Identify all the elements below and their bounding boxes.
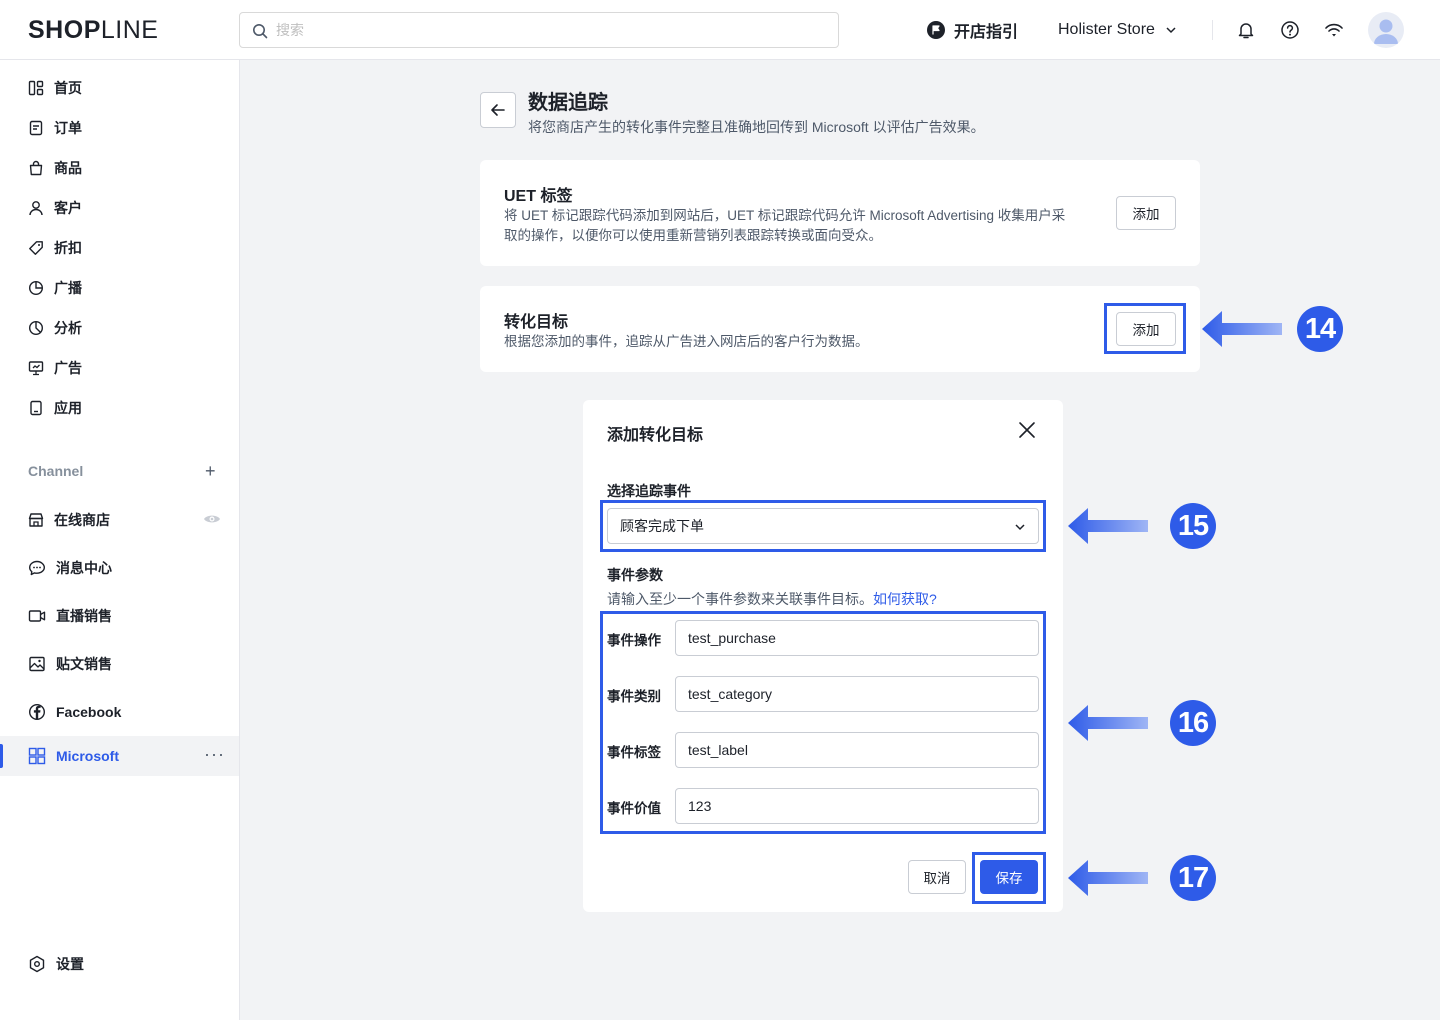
arrow-left-icon — [1068, 860, 1148, 896]
uet-card-title: UET 标签 — [504, 188, 573, 205]
shopline-logo[interactable]: SHOPLINE — [28, 16, 158, 45]
bell-icon[interactable] — [1236, 20, 1256, 40]
user-avatar[interactable] — [1368, 12, 1404, 48]
store-switcher[interactable]: Holister Store — [1058, 19, 1177, 41]
app-icon — [30, 400, 42, 416]
ad-icon — [28, 361, 44, 376]
search-input[interactable] — [276, 19, 816, 41]
conversion-goal-card: 转化目标 根据您添加的事件，追踪从广告进入网店后的客户行为数据。 添加 — [480, 286, 1200, 372]
search-icon — [253, 24, 268, 39]
store-icon — [28, 513, 44, 527]
step-badge: 14 — [1297, 306, 1343, 352]
order-icon — [29, 120, 43, 136]
sidebar-item-settings[interactable]: 设置 — [0, 944, 239, 984]
chat-icon — [29, 560, 45, 576]
broadcast-icon — [28, 280, 44, 296]
channel-section-title: Channel — [28, 463, 84, 479]
arrow-left-icon — [1202, 311, 1282, 347]
uet-tag-card: UET 标签 将 UET 标记跟踪代码添加到网站后，UET 标记跟踪代码允许 M… — [480, 160, 1200, 266]
sidebar-item-customers[interactable]: 客户 — [0, 188, 239, 228]
back-button[interactable] — [480, 92, 516, 128]
sidebar-item-apps[interactable]: 应用 — [0, 388, 239, 428]
arrow-left-icon — [1068, 705, 1148, 741]
sidebar-item-orders[interactable]: 订单 — [0, 108, 239, 148]
sidebar-item-products[interactable]: 商品 — [0, 148, 239, 188]
bag-icon — [29, 160, 43, 176]
user-icon — [29, 201, 43, 216]
microsoft-icon — [28, 747, 46, 765]
arrow-left-icon — [491, 104, 505, 116]
settings-icon — [29, 955, 45, 973]
arrow-left-icon — [1068, 508, 1148, 544]
sidebar-item-home[interactable]: 首页 — [0, 68, 239, 108]
page-subtitle: 将您商店产生的转化事件完整且准确地回传到 Microsoft 以评估广告效果。 — [528, 119, 985, 135]
event-params-label: 事件参数 — [607, 567, 663, 583]
tag-icon — [29, 241, 43, 255]
how-to-get-link[interactable]: 如何获取? — [873, 591, 937, 607]
facebook-icon — [28, 703, 46, 721]
sidebar-item-broadcast[interactable]: 广播 — [0, 268, 239, 308]
highlight-save — [972, 852, 1046, 904]
add-channel-button[interactable]: + — [205, 462, 216, 480]
sidebar-item-analytics[interactable]: 分析 — [0, 308, 239, 348]
dashboard-icon — [28, 80, 44, 96]
sidebar-item-live-selling[interactable]: 直播销售 — [0, 596, 239, 636]
image-icon — [29, 656, 45, 672]
eye-icon[interactable] — [203, 512, 221, 526]
sidebar-item-message-center[interactable]: 消息中心 — [0, 548, 239, 588]
event-select-label: 选择追踪事件 — [607, 483, 691, 499]
store-guide-button[interactable]: 开店指引 — [926, 19, 1018, 41]
top-bar: SHOPLINE 开店指引 Holister Store — [0, 0, 1440, 60]
page-title: 数据追踪 — [528, 92, 608, 114]
close-icon[interactable] — [1017, 420, 1037, 440]
wifi-icon[interactable] — [1324, 20, 1344, 40]
more-options-icon[interactable]: ··· — [204, 744, 225, 765]
uet-card-text-line2: 取的操作，以便你可以使用重新营销列表跟踪转换或面向受众。 — [504, 228, 882, 243]
divider — [1212, 20, 1213, 40]
help-icon[interactable] — [1280, 20, 1300, 40]
chevron-down-icon — [1166, 27, 1176, 34]
sidebar-item-discounts[interactable]: 折扣 — [0, 228, 239, 268]
flag-icon — [927, 21, 945, 39]
step-badge: 16 — [1170, 700, 1216, 746]
highlight-event-params — [600, 611, 1046, 834]
sidebar: 首页 订单 商品 客户 折扣 广播 分析 广告 应用 Channel + 在线商… — [0, 60, 240, 1020]
step-badge: 17 — [1170, 855, 1216, 901]
highlight-event-select — [600, 500, 1046, 552]
sidebar-item-ads[interactable]: 广告 — [0, 348, 239, 388]
add-uet-button[interactable]: 添加 — [1116, 196, 1176, 230]
sidebar-item-facebook[interactable]: Facebook — [0, 692, 239, 732]
goal-card-title: 转化目标 — [504, 314, 569, 331]
step-badge: 15 — [1170, 503, 1216, 549]
cancel-button[interactable]: 取消 — [908, 860, 966, 894]
avatar-icon — [1374, 19, 1398, 44]
highlight-add-goal — [1104, 303, 1186, 354]
sidebar-item-post-selling[interactable]: 贴文销售 — [0, 644, 239, 684]
video-icon — [28, 610, 46, 622]
goal-card-text: 根据您添加的事件，追踪从广告进入网店后的客户行为数据。 — [504, 334, 869, 349]
search-box[interactable] — [239, 12, 839, 48]
dialog-title: 添加转化目标 — [607, 427, 704, 444]
uet-card-text-line1: 将 UET 标记跟踪代码添加到网站后，UET 标记跟踪代码允许 Microsof… — [504, 208, 1066, 223]
event-params-hint: 请输入至少一个事件参数来关联事件目标。如何获取? — [607, 591, 937, 607]
pie-chart-icon — [28, 320, 44, 336]
